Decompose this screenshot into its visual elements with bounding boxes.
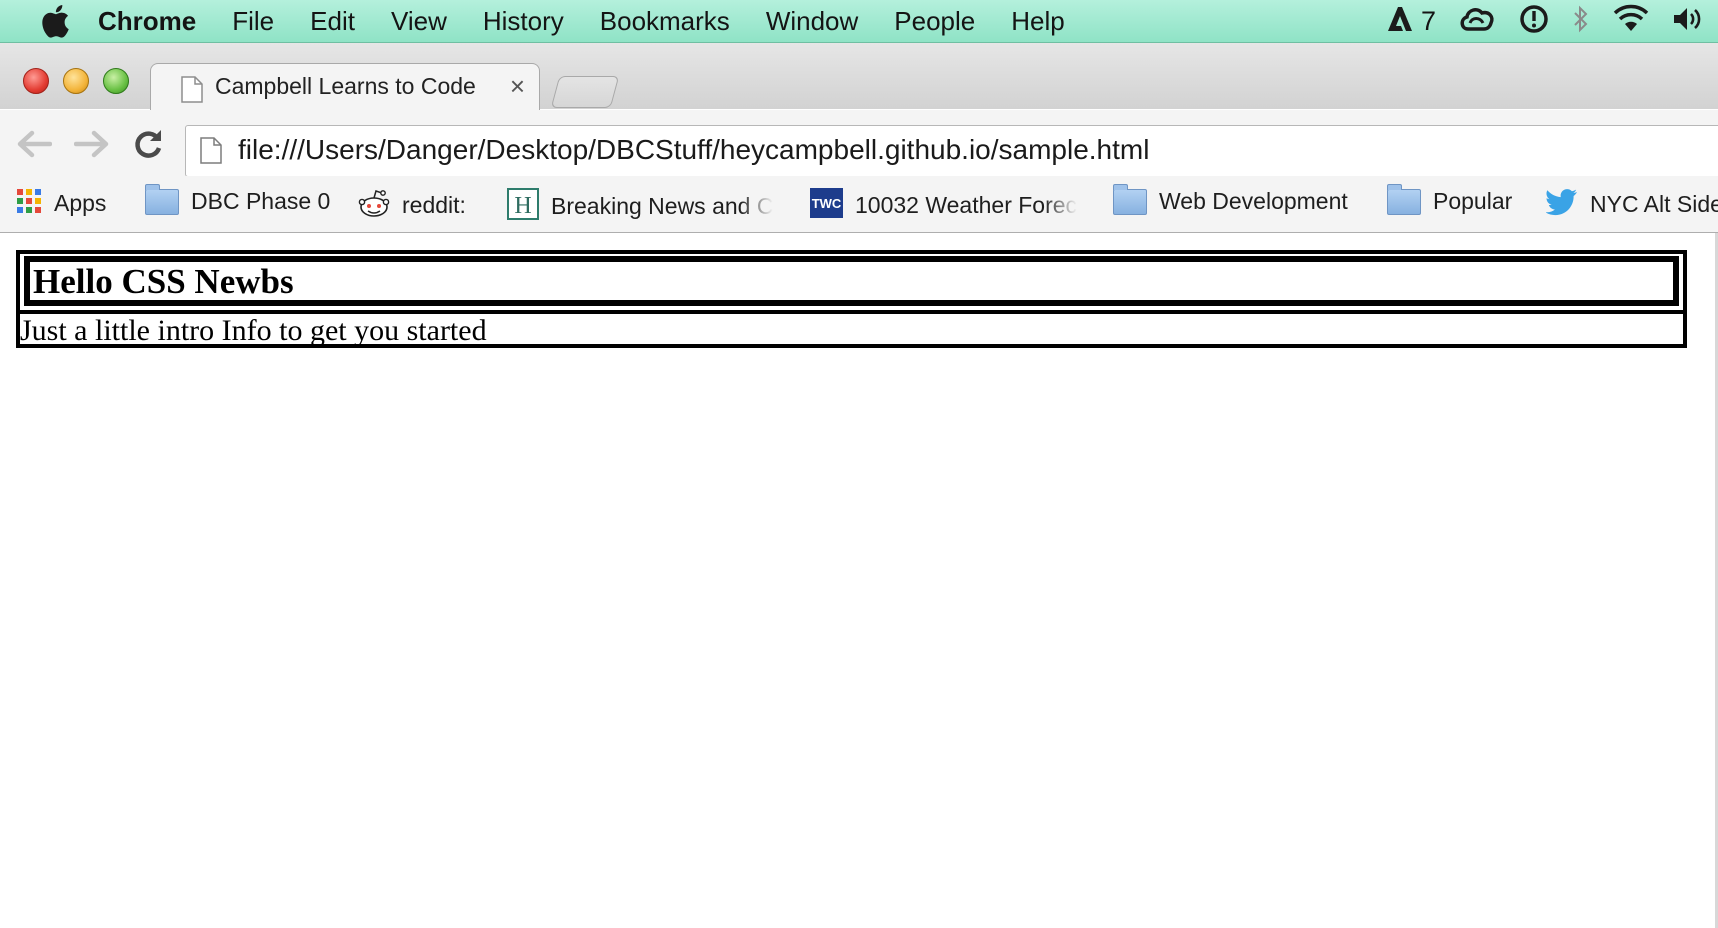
- bookmark-label: Apps: [54, 190, 107, 216]
- creative-cloud-icon[interactable]: [1458, 5, 1496, 38]
- bookmark-web-development[interactable]: Web Development: [1113, 183, 1348, 215]
- bluetooth-icon[interactable]: [1572, 4, 1590, 39]
- bookmark-dbc-phase-0[interactable]: DBC Phase 0: [145, 183, 331, 215]
- menu-bar-status-area: 7: [1363, 0, 1704, 42]
- bookmark-label: Breaking News and C: [551, 193, 774, 219]
- twitter-icon: [1545, 188, 1578, 221]
- window-minimize-button[interactable]: [63, 68, 89, 94]
- forward-arrow-icon[interactable]: [72, 124, 112, 164]
- alert-clock-icon[interactable]: [1518, 3, 1550, 40]
- menu-bookmarks[interactable]: Bookmarks: [600, 0, 730, 42]
- tab-strip: Campbell Learns to Code ×: [0, 43, 1718, 111]
- svg-text:H: H: [514, 193, 531, 219]
- menu-edit[interactable]: Edit: [310, 0, 355, 42]
- adobe-icon[interactable]: [1385, 5, 1415, 38]
- apple-menu-icon[interactable]: [34, 0, 76, 42]
- bookmark-nyc-alt-side[interactable]: NYC Alt Side: [1545, 188, 1718, 221]
- bookmark-label: DBC Phase 0: [191, 188, 331, 214]
- apps-grid-icon: [16, 188, 42, 219]
- bookmark-label: Popular: [1433, 188, 1513, 214]
- url-text[interactable]: file:///Users/Danger/Desktop/DBCStuff/he…: [238, 134, 1149, 166]
- back-arrow-icon[interactable]: [14, 124, 54, 164]
- menu-people[interactable]: People: [894, 0, 975, 42]
- wifi-icon[interactable]: [1612, 4, 1650, 39]
- tab-title: Campbell Learns to Code: [215, 73, 476, 99]
- menu-app-name[interactable]: Chrome: [98, 0, 196, 42]
- volume-icon[interactable]: [1672, 5, 1704, 38]
- folder-icon: [145, 183, 179, 215]
- bookmark-apps[interactable]: Apps: [16, 188, 106, 219]
- bookmark-popular[interactable]: Popular: [1387, 183, 1513, 215]
- macos-menu-bar: Chrome File Edit View History Bookmarks …: [0, 0, 1718, 43]
- menu-view[interactable]: View: [391, 0, 447, 42]
- tab-close-icon[interactable]: ×: [510, 71, 525, 102]
- bookmark-label: reddit:: [402, 192, 466, 218]
- menu-file[interactable]: File: [232, 0, 274, 42]
- bookmark-label: NYC Alt Side: [1590, 191, 1718, 217]
- window-close-button[interactable]: [23, 68, 49, 94]
- page-viewport: Hello CSS Newbs Just a little intro Info…: [0, 233, 1718, 928]
- bookmark-label: Web Development: [1159, 188, 1348, 214]
- bookmark-breaking-news[interactable]: H Breaking News and C: [507, 188, 773, 225]
- twc-icon: TWC: [810, 188, 843, 223]
- page-icon: [181, 76, 203, 108]
- svg-text:TWC: TWC: [812, 196, 842, 211]
- menu-history[interactable]: History: [483, 0, 564, 42]
- bookmark-label: 10032 Weather Forec: [855, 192, 1078, 218]
- bookmark-weather[interactable]: TWC 10032 Weather Forec: [810, 188, 1077, 223]
- folder-icon: [1113, 183, 1147, 215]
- page-info-icon[interactable]: [200, 137, 222, 169]
- reddit-icon: [358, 188, 390, 223]
- intro-text: Just a little intro Info to get you star…: [20, 314, 487, 347]
- adobe-update-count: 7: [1420, 5, 1436, 36]
- bookmark-reddit[interactable]: reddit:: [358, 188, 466, 223]
- new-tab-button[interactable]: [550, 76, 620, 108]
- huffpost-icon: H: [507, 188, 539, 225]
- window-zoom-button[interactable]: [103, 68, 129, 94]
- tab-campbell-learns-to-code[interactable]: Campbell Learns to Code ×: [150, 63, 540, 111]
- menu-help[interactable]: Help: [1011, 0, 1064, 42]
- heading-container: Hello CSS Newbs: [24, 256, 1679, 306]
- folder-icon: [1387, 183, 1421, 215]
- page-heading: Hello CSS Newbs: [33, 262, 294, 301]
- browser-toolbar: file:///Users/Danger/Desktop/DBCStuff/he…: [0, 110, 1718, 177]
- bookmarks-bar: Apps DBC Phase 0 reddit: H Breaking News…: [0, 176, 1718, 233]
- menu-window[interactable]: Window: [766, 0, 858, 42]
- reload-icon[interactable]: [128, 124, 168, 164]
- address-bar[interactable]: file:///Users/Danger/Desktop/DBCStuff/he…: [185, 125, 1718, 177]
- content-container: Hello CSS Newbs Just a little intro Info…: [16, 250, 1687, 348]
